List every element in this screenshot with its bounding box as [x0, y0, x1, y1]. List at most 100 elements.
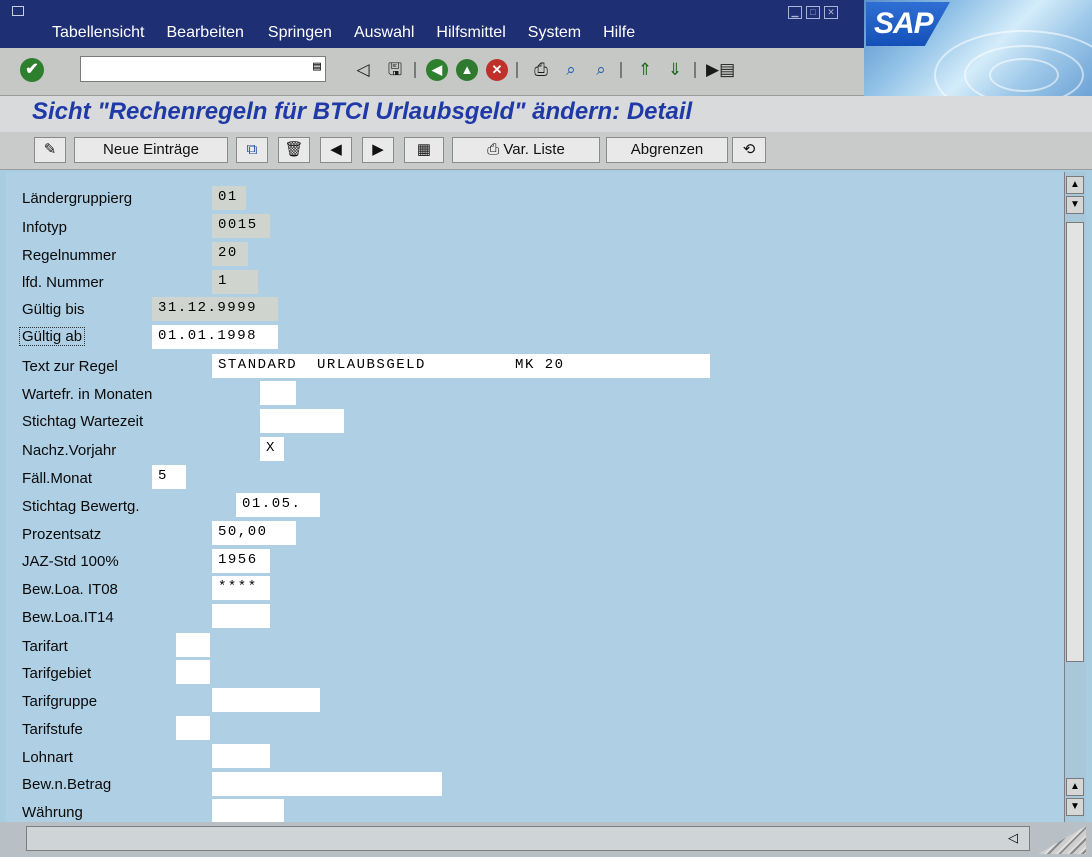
field-tarifstufe[interactable] [176, 716, 210, 740]
scroll-down-icon[interactable]: ▼ [1066, 196, 1084, 214]
display-change-icon[interactable]: ✎ [34, 137, 66, 163]
find-next-icon[interactable]: ⌕ [590, 59, 612, 81]
field-stichtag-wartezeit[interactable] [260, 409, 344, 433]
status-toggle-icon[interactable]: ◁ [1008, 830, 1018, 846]
field-nachz-vorjahr[interactable]: X [260, 437, 284, 461]
detail-form: Ländergruppierg Infotyp Regelnummer lfd.… [6, 172, 1080, 823]
separator [694, 62, 696, 78]
undo-icon[interactable]: ⟲ [732, 137, 766, 163]
field-bew-n-betrag[interactable] [212, 772, 442, 796]
scrollbar-thumb[interactable] [1066, 222, 1084, 662]
menu-springen[interactable]: Springen [268, 24, 332, 42]
print-icon[interactable]: ⎙ [530, 59, 552, 81]
separator [620, 62, 622, 78]
select-all-icon[interactable]: ▦ [404, 137, 444, 163]
menu-auswahl[interactable]: Auswahl [354, 24, 414, 42]
label-infotyp: Infotyp [22, 219, 68, 236]
save-icon[interactable]: 🖫 [384, 59, 406, 81]
label-bew-n-betrag: Bew.n.Betrag [22, 776, 112, 793]
field-text-zur-regel[interactable]: STANDARD URLAUBSGELD MK 20 [212, 354, 710, 378]
system-menu-icon[interactable] [12, 6, 24, 16]
menu-system[interactable]: System [528, 24, 581, 42]
field-laendergruppierung: 01 [212, 186, 246, 210]
delimit-button[interactable]: Abgrenzen [606, 137, 728, 163]
status-bar: ◁ [0, 822, 1092, 857]
label-wartefrist: Wartefr. in Monaten [22, 386, 153, 403]
command-field[interactable]: ▤ [80, 56, 326, 82]
maximize-icon[interactable]: □ [806, 6, 820, 19]
exit-icon[interactable]: ▲ [456, 59, 478, 81]
var-list-button[interactable]: ⎙ Var. Liste [452, 137, 600, 163]
field-bew-loa-it08[interactable]: **** [212, 576, 270, 600]
label-regelnummer: Regelnummer [22, 247, 117, 264]
label-laendergruppierung: Ländergruppierg [22, 190, 133, 207]
field-tarifart[interactable] [176, 633, 210, 657]
field-gueltig-bis: 31.12.9999 [152, 297, 278, 321]
close-icon[interactable]: ✕ [824, 6, 838, 19]
menu-tabellensicht[interactable]: Tabellensicht [52, 24, 145, 42]
field-stichtag-bewertung[interactable]: 01.05. [236, 493, 320, 517]
field-bew-loa-it14[interactable] [212, 604, 270, 628]
label-tarifart: Tarifart [22, 638, 68, 655]
title-bar: Sicht "Rechenregeln für BTCI Urlaubsgeld… [0, 96, 1092, 132]
field-infotyp: 0015 [212, 214, 270, 238]
page-title: Sicht "Rechenregeln für BTCI Urlaubsgeld… [32, 98, 693, 125]
field-tarifgruppe[interactable] [212, 688, 320, 712]
field-waehrung[interactable] [212, 799, 284, 823]
separator [516, 62, 518, 78]
field-lohnart[interactable] [212, 744, 270, 768]
field-wartefrist[interactable] [260, 381, 296, 405]
label-bew-loa-it14: Bew.Loa.IT14 [22, 609, 114, 626]
scroll-down-icon[interactable]: ▼ [1066, 798, 1084, 816]
dropdown-icon[interactable]: ▤ [313, 59, 321, 74]
field-regelnummer: 20 [212, 242, 248, 266]
field-faell-monat[interactable]: 5 [152, 465, 186, 489]
previous-entry-icon[interactable]: ◀ [320, 137, 352, 163]
application-toolbar: ✎ Neue Einträge ⧉ 🗑 ◀ ▶ ▦ ⎙ Var. Liste A… [0, 132, 1092, 170]
label-waehrung: Währung [22, 804, 83, 821]
copy-icon[interactable]: ⧉ [236, 137, 268, 163]
separator [414, 62, 416, 78]
standard-toolbar: ✔ ▤ ◁ 🖫 ◀ ▲ ✕ ⎙ ⌕ ⌕ ⇑ ⇓ ▶▤ [0, 48, 864, 96]
sap-logo: SAP [866, 2, 950, 46]
first-page-icon[interactable]: ⇑ [634, 59, 656, 81]
label-lfd-nummer: lfd. Nummer [22, 274, 104, 291]
menu-bearbeiten[interactable]: Bearbeiten [167, 24, 244, 42]
new-entries-button[interactable]: Neue Einträge [74, 137, 228, 163]
field-tarifgebiet[interactable] [176, 660, 210, 684]
print-icon: ⎙ [487, 141, 504, 158]
resize-grip-icon[interactable] [1038, 826, 1086, 854]
label-faell-monat: Fäll.Monat [22, 470, 93, 487]
next-entry-icon[interactable]: ▶ [362, 137, 394, 163]
label-stichtag-wartezeit: Stichtag Wartezeit [22, 413, 144, 430]
field-gueltig-ab[interactable]: 01.01.1998 [152, 325, 278, 349]
last-page-icon[interactable]: ⇓ [664, 59, 686, 81]
status-message [26, 826, 1030, 851]
label-nachz-vorjahr: Nachz.Vorjahr [22, 442, 117, 459]
vertical-scrollbar[interactable]: ▲ ▼ ▲ ▼ [1064, 172, 1086, 822]
scroll-up-icon[interactable]: ▲ [1066, 176, 1084, 194]
field-prozentsatz[interactable]: 50,00 [212, 521, 296, 545]
cancel-icon[interactable]: ✕ [486, 59, 508, 81]
enter-icon[interactable]: ✔ [20, 58, 44, 82]
layout-icon[interactable]: ▶▤ [706, 59, 735, 81]
label-gueltig-ab: Gültig ab [19, 327, 86, 346]
find-icon[interactable]: ⌕ [560, 59, 582, 81]
field-jaz-std[interactable]: 1956 [212, 549, 270, 573]
label-jaz-std: JAZ-Std 100% [22, 553, 119, 570]
minimize-icon[interactable]: ▁ [788, 6, 802, 19]
label-tarifgruppe: Tarifgruppe [22, 693, 98, 710]
menu-hilfe[interactable]: Hilfe [603, 24, 635, 42]
label-tarifstufe: Tarifstufe [22, 721, 83, 738]
label-gueltig-bis: Gültig bis [22, 301, 85, 318]
label-stichtag-bewertung: Stichtag Bewertg. [22, 498, 140, 515]
back-icon[interactable]: ◀ [426, 59, 448, 81]
label-text-zur-regel: Text zur Regel [22, 358, 118, 375]
label-lohnart: Lohnart [22, 749, 73, 766]
back-arrow-icon[interactable]: ◁ [352, 59, 374, 81]
scroll-up-icon[interactable]: ▲ [1066, 778, 1084, 796]
menu-items: Tabellensicht Bearbeiten Springen Auswah… [52, 24, 657, 42]
menu-hilfsmittel[interactable]: Hilfsmittel [436, 24, 505, 42]
delete-icon[interactable]: 🗑 [278, 137, 310, 163]
field-lfd-nummer: 1 [212, 270, 258, 294]
